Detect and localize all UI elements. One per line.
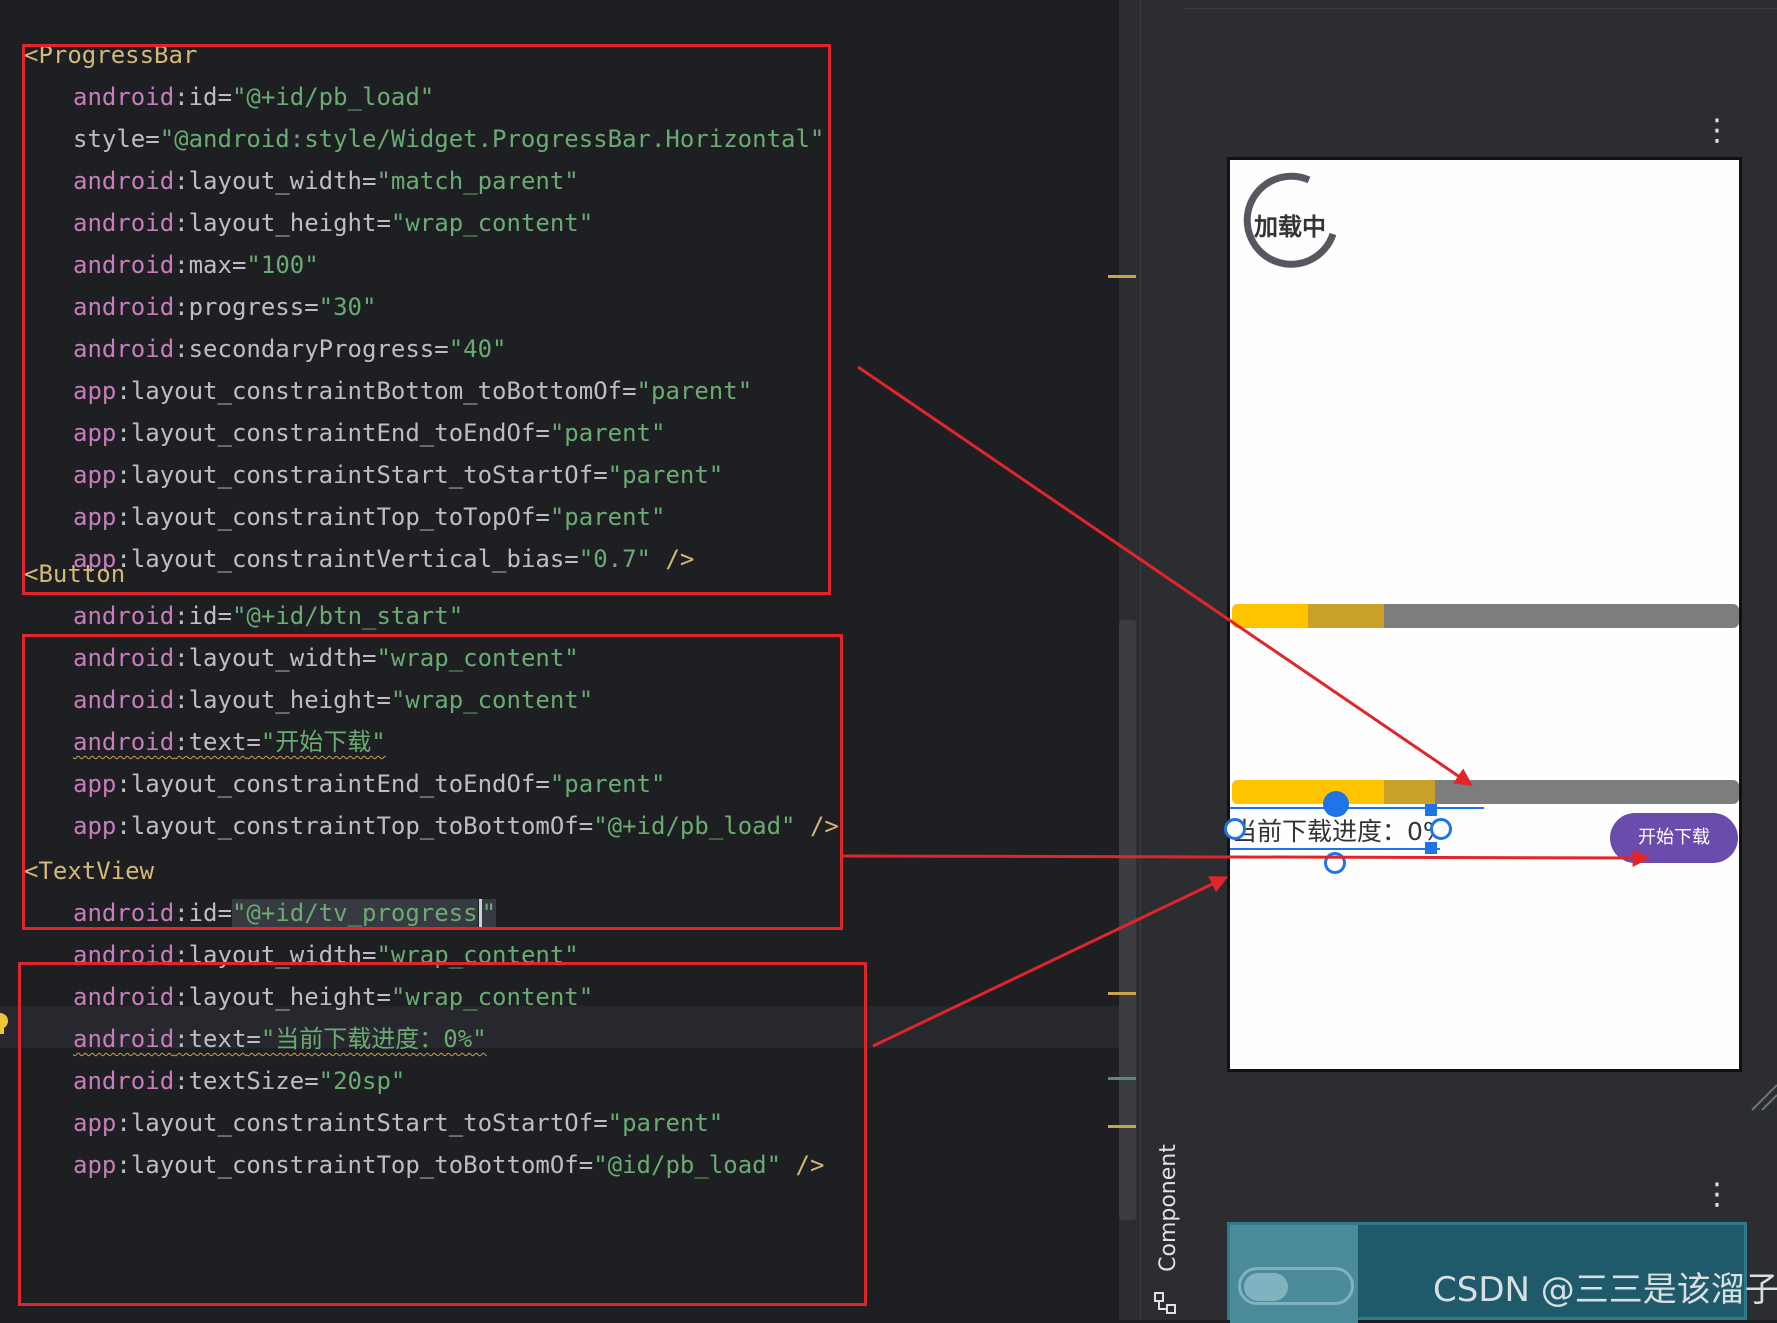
annotation-box-button [22, 634, 843, 930]
equals: = [217, 602, 232, 630]
resize-handle[interactable] [1425, 804, 1437, 816]
progress-bar-pb-load[interactable] [1232, 780, 1739, 804]
code-line[interactable]: android:id="@+id/btn_start" [73, 595, 463, 637]
primary-progress [1232, 604, 1309, 628]
start-download-button[interactable]: 开始下载 [1610, 813, 1738, 863]
lightbulb-icon[interactable] [0, 1012, 10, 1038]
component-tree-label: Component Tree [1156, 1144, 1211, 1272]
colon: : [174, 602, 189, 630]
editor-scrollbar[interactable] [1119, 620, 1136, 1220]
xml-value: "@+id/btn_start" [231, 602, 464, 630]
loading-label: 加载中 [1254, 213, 1326, 241]
divider [1183, 8, 1777, 9]
device-preview[interactable]: 加载中 当前下载进度：0% 开始下载 [1224, 157, 1742, 1072]
constraint-anchor[interactable] [1224, 818, 1246, 840]
xml-namespace: android [73, 602, 175, 630]
constraint-anchor[interactable] [1324, 852, 1346, 874]
xml-attribute: id [188, 602, 218, 630]
resize-handle[interactable] [1425, 842, 1437, 854]
more-options-icon[interactable]: ⋮ [1702, 116, 1732, 146]
toggle-knob [1244, 1273, 1288, 1301]
annotation-box-textview [18, 962, 867, 1306]
primary-progress [1232, 780, 1385, 804]
progress-textview[interactable]: 当前下载进度：0% [1232, 812, 1434, 848]
constraint-anchor[interactable] [1430, 818, 1452, 840]
info-marker[interactable] [1108, 1077, 1136, 1080]
constraint-anchor-connected[interactable] [1323, 791, 1349, 817]
annotation-box-progressbar [22, 44, 831, 595]
side-tool-panel: Component Tree [1140, 0, 1211, 1320]
warning-marker[interactable] [1108, 992, 1136, 995]
component-tree-tab[interactable]: Component Tree [1151, 1105, 1211, 1315]
warning-marker[interactable] [1108, 275, 1136, 278]
component-tree-icon [1154, 1292, 1176, 1314]
progress-bar[interactable] [1232, 604, 1739, 628]
selection-outline [1230, 807, 1484, 809]
warning-marker[interactable] [1108, 1125, 1136, 1128]
watermark: CSDN @三三是该溜子 [1433, 1270, 1777, 1310]
more-options-icon[interactable]: ⋮ [1702, 1180, 1732, 1210]
selection-outline [1230, 848, 1440, 850]
